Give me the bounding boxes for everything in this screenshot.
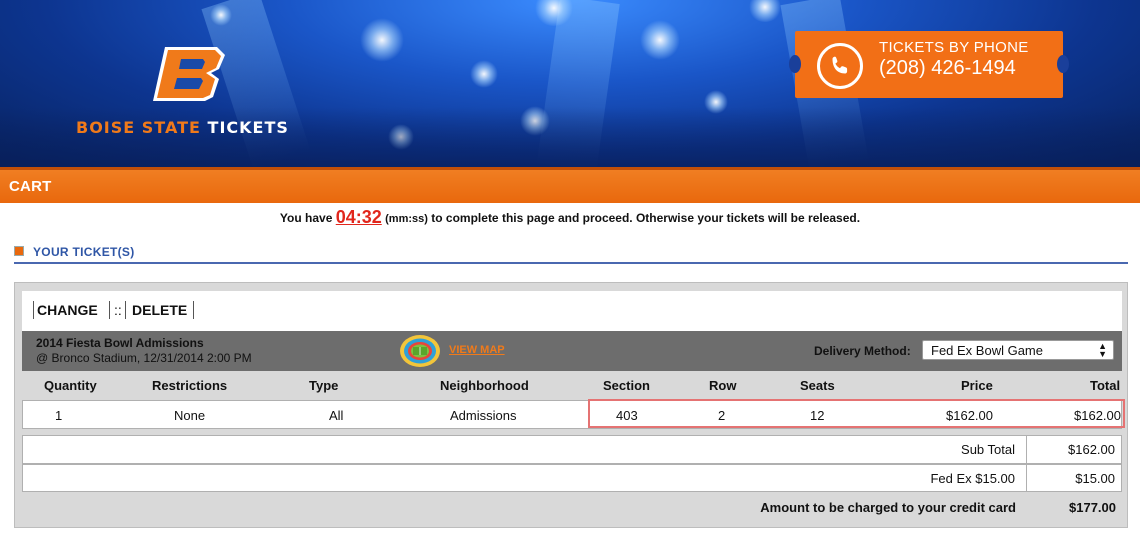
select-arrows-icon: ▲ ▼ <box>1098 341 1107 359</box>
delivery-method-select[interactable]: Fed Ex Bowl Game ▲ ▼ <box>922 340 1114 360</box>
brand-logo-text[interactable]: BOISE STATE TICKETS <box>76 118 289 137</box>
cart-bar: CART <box>0 167 1140 203</box>
your-tickets-heading: YOUR TICKET(S) <box>14 243 1128 264</box>
table-row: 1 None All Admissions 403 2 12 $162.00 $… <box>22 399 1125 429</box>
amount-charged-row: Amount to be charged to your credit card… <box>22 495 1122 521</box>
subtotal-row: Sub Total $162.00 <box>22 435 1122 464</box>
section-title: YOUR TICKET(S) <box>33 245 135 259</box>
col-row: Row <box>709 378 737 393</box>
cart-title: CART <box>9 178 52 195</box>
header-banner: BOISE STATE TICKETS TICKETS BY PHONE (20… <box>0 0 1140 167</box>
fee-row: Fed Ex $15.00 $15.00 <box>22 464 1122 492</box>
change-button[interactable]: CHANGE <box>37 302 98 318</box>
amount-charged-value: $177.00 <box>1069 500 1116 515</box>
view-map-link[interactable]: VIEW MAP <box>449 344 505 356</box>
logo-b-icon[interactable] <box>153 45 227 102</box>
fee-value: $15.00 <box>1075 471 1115 486</box>
timer-suffix: to complete this page and proceed. Other… <box>431 211 861 225</box>
phone-icon <box>817 43 863 89</box>
countdown-timer: 04:32 <box>335 207 382 227</box>
cell-type: All <box>329 408 344 423</box>
action-separator: :: <box>114 302 122 318</box>
col-seats: Seats <box>800 378 835 393</box>
timer-prefix: You have <box>279 211 333 225</box>
col-price: Price <box>961 378 993 393</box>
event-venue-date: @ Bronco Stadium, 12/31/2014 2:00 PM <box>36 351 252 365</box>
stage-light <box>210 4 232 26</box>
col-neighborhood: Neighborhood <box>440 378 529 393</box>
subtotal-label: Sub Total <box>961 442 1015 457</box>
tickets-by-phone-banner[interactable]: TICKETS BY PHONE (208) 426-1494 <box>789 31 1069 98</box>
delete-button[interactable]: DELETE <box>132 302 187 318</box>
delivery-method-value: Fed Ex Bowl Game <box>931 343 1043 358</box>
event-bar: 2014 Fiesta Bowl Admissions @ Bronco Sta… <box>22 331 1122 371</box>
ticket-table-header: Quantity Restrictions Type Neighborhood … <box>22 371 1122 400</box>
cell-restrictions: None <box>174 408 206 423</box>
bullet-square-icon <box>14 246 24 256</box>
ticket-actions: CHANGE :: DELETE <box>22 291 1122 331</box>
subtotal-value: $162.00 <box>1068 442 1115 457</box>
stadium-map-icon[interactable] <box>399 334 441 368</box>
amount-charged-label: Amount to be charged to your credit card <box>760 500 1016 515</box>
phone-label: TICKETS BY PHONE <box>879 39 1029 56</box>
cart-box: CHANGE :: DELETE 2014 Fiesta Bowl Admiss… <box>14 282 1128 528</box>
stage-light <box>640 20 680 60</box>
seat-highlight-box <box>588 399 1125 428</box>
cell-quantity: 1 <box>55 408 63 423</box>
timer-unit: (mm:ss) <box>385 213 428 225</box>
col-total: Total <box>1090 378 1121 393</box>
delivery-method-label: Delivery Method: <box>814 344 911 358</box>
col-restrictions: Restrictions <box>152 378 228 393</box>
stage-light <box>360 18 404 62</box>
col-quantity: Quantity <box>44 378 97 393</box>
stage-light <box>470 60 498 88</box>
banner-fog <box>0 107 1140 167</box>
cell-neighborhood: Admissions <box>450 408 517 423</box>
col-type: Type <box>309 378 339 393</box>
col-section: Section <box>603 378 650 393</box>
brand-name: BOISE STATE <box>76 118 201 137</box>
brand-suffix: TICKETS <box>207 118 289 137</box>
timer-message: You have 04:32 (mm:ss) to complete this … <box>0 207 1140 228</box>
event-title: 2014 Fiesta Bowl Admissions <box>36 336 204 350</box>
phone-number: (208) 426-1494 <box>879 57 1016 79</box>
stage-light <box>748 0 782 22</box>
fee-label: Fed Ex $15.00 <box>930 471 1015 486</box>
